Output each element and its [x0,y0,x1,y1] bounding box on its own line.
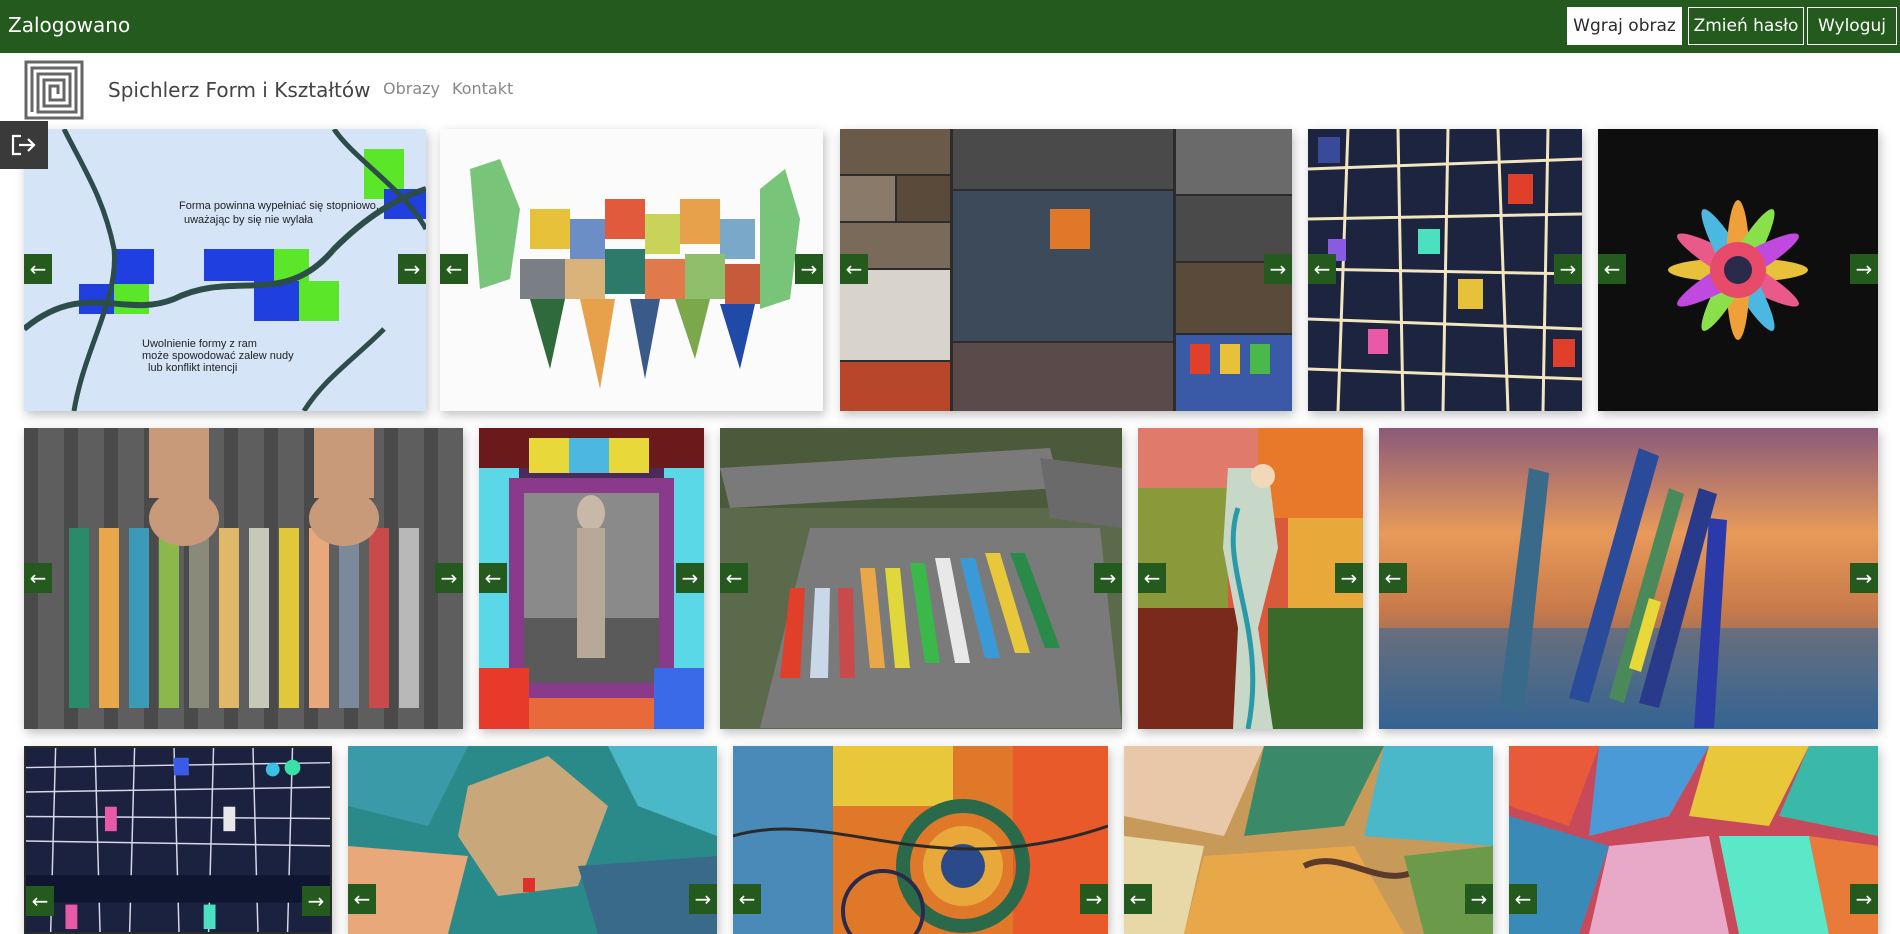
gallery-tile-collage[interactable]: ← → [840,129,1292,411]
next-image-arrow[interactable]: → [795,254,823,284]
top-bar: Zalogowano Wgraj obraz Zmień hasło Wylog… [0,0,1900,53]
logout-button[interactable]: Wyloguj [1807,7,1897,45]
next-image-arrow[interactable]: → [1335,563,1363,593]
prev-image-arrow[interactable]: ← [1509,884,1537,914]
diagram-text-3: Uwolnienie formy z ram [142,338,257,350]
gallery-tile-abstract-teal[interactable]: ← → [348,746,717,934]
login-status: Zalogowano [8,13,131,37]
gallery-tile-shards[interactable]: ← → [1124,746,1493,934]
diagram-text-1: Forma powinna wypełniać się stopniowo, [179,200,379,212]
diagram-text-2: uważając by się nie wylała [184,214,314,226]
event-photo-collage-image [840,129,1292,411]
diagram-text-4: może spowodować zalew nudy [142,350,294,362]
gallery-tile-circles[interactable]: ← → [733,746,1108,934]
figure-in-frame-image [479,428,704,729]
nav-obrazy[interactable]: Obrazy [383,79,440,98]
gallery-tile-blue-bars[interactable]: ← → [1379,428,1878,729]
gallery-tile-colorful-shards[interactable]: ← → [1509,746,1878,934]
next-image-arrow[interactable]: → [1850,563,1878,593]
prev-image-arrow[interactable]: ← [840,254,868,284]
blue-bars-watercolor-image [1379,428,1878,729]
change-password-button[interactable]: Zmień hasło [1688,7,1804,45]
next-image-arrow[interactable]: → [689,884,717,914]
next-image-arrow[interactable]: → [676,563,704,593]
gallery-tile-mosaic[interactable]: ← → [1308,129,1582,411]
prev-image-arrow[interactable]: ← [733,884,761,914]
prev-image-arrow[interactable]: ← [440,254,468,284]
site-logo[interactable] [24,60,84,120]
next-image-arrow[interactable]: → [1554,254,1582,284]
next-image-arrow[interactable]: → [1080,884,1108,914]
side-logout-button[interactable] [0,121,48,169]
prev-image-arrow[interactable]: ← [24,563,52,593]
next-image-arrow[interactable]: → [435,563,463,593]
next-image-arrow[interactable]: → [1850,254,1878,284]
abstract-shards-image [1124,746,1493,934]
colorful-shards-image [1509,746,1878,934]
gallery-tile-floral[interactable]: ← → [1598,129,1878,411]
prev-image-arrow[interactable]: ← [1124,884,1152,914]
abstract-figure-image [1138,428,1363,729]
abstract-teal-image [348,746,717,934]
maze-logo-icon [24,60,84,120]
form-diagram-image: Forma powinna wypełniać się stopniowo, u… [24,129,426,411]
gallery-tile-boards-bench[interactable]: ← → [720,428,1122,729]
gallery-tile-mosaic-2[interactable]: ← → [24,746,332,934]
prev-image-arrow[interactable]: ← [24,254,52,284]
prev-image-arrow[interactable]: ← [1138,563,1166,593]
floral-burst-image [1598,129,1878,411]
next-image-arrow[interactable]: → [1094,563,1122,593]
prev-image-arrow[interactable]: ← [479,563,507,593]
next-image-arrow[interactable]: → [1465,884,1493,914]
painted-boards-bench-image [720,428,1122,729]
watercolor-image [440,129,823,411]
prev-image-arrow[interactable]: ← [720,563,748,593]
site-title[interactable]: Spichlerz Form i Kształtów [108,78,370,102]
nav-kontakt[interactable]: Kontakt [452,79,513,98]
gallery-tile-diagram[interactable]: Forma powinna wypełniać się stopniowo, u… [24,129,426,411]
prev-image-arrow[interactable]: ← [1379,563,1407,593]
mosaic-grid-image [1308,129,1582,411]
next-image-arrow[interactable]: → [1850,884,1878,914]
next-image-arrow[interactable]: → [398,254,426,284]
prev-image-arrow[interactable]: ← [26,886,54,916]
prev-image-arrow[interactable]: ← [1308,254,1336,284]
diagram-text-5: lub konflikt intencji [148,362,237,374]
mosaic-stones-image [26,748,330,932]
abstract-circles-image [733,746,1108,934]
prev-image-arrow[interactable]: ← [348,884,376,914]
gallery-tile-abstract-figure[interactable]: ← → [1138,428,1363,729]
gallery-tile-watercolor[interactable]: ← → [440,129,823,411]
gallery-tile-painted-boards-hands[interactable]: ← → [24,428,463,729]
logout-icon [11,134,36,156]
prev-image-arrow[interactable]: ← [1598,254,1626,284]
next-image-arrow[interactable]: → [1264,254,1292,284]
gallery-tile-figure-frame[interactable]: ← → [479,428,704,729]
upload-image-button[interactable]: Wgraj obraz [1567,7,1682,45]
painted-boards-hands-image [24,428,463,729]
next-image-arrow[interactable]: → [302,886,330,916]
